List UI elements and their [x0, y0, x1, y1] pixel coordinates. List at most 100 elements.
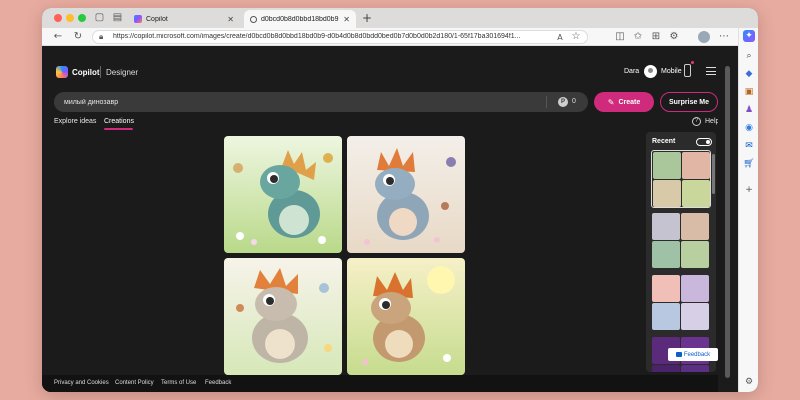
recent-toggle[interactable] [696, 138, 712, 146]
dinosaur-image-4 [347, 258, 465, 375]
privacy-link[interactable]: Privacy and Cookies [54, 380, 109, 386]
extensions-icon[interactable]: ⚙ [668, 31, 680, 43]
terms-of-use-link[interactable]: Terms of Use [161, 380, 196, 386]
active-tab-indicator [104, 128, 133, 130]
brand-name[interactable]: Copilot [72, 68, 100, 77]
recent-thumbnail [682, 180, 710, 207]
hamburger-menu-icon[interactable] [706, 67, 716, 75]
generated-image[interactable] [347, 258, 465, 375]
minimize-window-button[interactable] [66, 14, 74, 22]
recent-group[interactable] [651, 212, 711, 270]
generated-image[interactable] [224, 258, 342, 375]
recent-thumbnail [681, 213, 709, 240]
add-sidebar-app-icon[interactable]: + [743, 184, 755, 196]
split-screen-icon[interactable]: ◫ [614, 31, 626, 43]
microsoft365-icon[interactable]: ◉ [743, 122, 755, 134]
recent-panel: Recent [646, 132, 716, 372]
tag-icon[interactable]: ◆ [743, 68, 755, 80]
feedback-link[interactable]: Feedback [205, 380, 231, 386]
search-icon[interactable]: ⌕ [743, 50, 755, 62]
page-footer: Privacy and Cookies Content Policy Terms… [42, 375, 718, 392]
briefcase-icon[interactable]: ▣ [743, 86, 755, 98]
recent-group[interactable] [651, 274, 711, 332]
recent-title: Recent [652, 138, 676, 145]
phone-icon[interactable] [684, 61, 694, 77]
games-icon[interactable]: ♟ [743, 104, 755, 116]
tab-actions-icon[interactable]: ▤ [112, 12, 123, 23]
recent-thumbnail [652, 275, 680, 302]
recent-thumbnail [652, 241, 680, 268]
recent-thumbnail [681, 303, 709, 330]
feedback-button-label: Feedback [683, 351, 711, 358]
copilot-logo-icon [56, 66, 68, 78]
tab-explore-ideas[interactable]: Explore ideas [54, 118, 96, 125]
copilot-sidebar-icon[interactable]: ✦ [743, 30, 755, 42]
recent-thumbnail [681, 365, 709, 372]
wand-icon: ✎ [607, 97, 615, 107]
more-options-icon[interactable]: ⋯ [718, 31, 730, 43]
sidebar-settings-icon[interactable]: ⚙ [743, 376, 755, 388]
generated-image[interactable] [347, 136, 465, 253]
dinosaur-image-3 [224, 258, 342, 375]
user-avatar[interactable] [644, 65, 657, 78]
page-scrollbar[interactable] [718, 46, 738, 392]
refresh-icon[interactable]: ↻ [72, 31, 84, 43]
tab-copilot[interactable]: Copilot ✕ [128, 10, 240, 28]
recent-scrollbar[interactable] [712, 154, 715, 194]
feedback-button[interactable]: Feedback [668, 348, 718, 361]
content-policy-link[interactable]: Content Policy [115, 380, 154, 386]
close-tab-icon[interactable]: ✕ [343, 15, 350, 24]
url-text[interactable]: https://copilot.microsoft.com/images/cre… [113, 33, 583, 40]
search-favicon-icon [250, 15, 257, 23]
new-tab-button[interactable]: + [362, 11, 372, 25]
tab-creations[interactable]: Creations [104, 118, 134, 125]
profile-avatar[interactable] [698, 31, 710, 43]
recent-thumbnail [681, 275, 709, 302]
address-bar[interactable]: 🔒︎ https://copilot.microsoft.com/images/… [92, 30, 588, 44]
workspaces-icon[interactable]: ▢ [94, 12, 105, 23]
dinosaur-image-1 [224, 136, 342, 253]
close-window-button[interactable] [54, 14, 62, 22]
generated-image[interactable] [224, 136, 342, 253]
recent-group[interactable] [651, 150, 711, 208]
read-aloud-icon[interactable]: A [554, 32, 566, 44]
recent-thumbnail [652, 303, 680, 330]
create-label: Create [618, 98, 641, 106]
recent-thumbnail [653, 180, 681, 207]
browser-sidebar: ✦ ⌕ ◆ ▣ ♟ ◉ ✉ 🛒︎ + ⚙ [738, 28, 758, 392]
copilot-favicon-icon [134, 15, 142, 23]
product-name[interactable]: Designer [106, 68, 138, 77]
recent-thumbnail [652, 213, 680, 240]
lock-icon: 🔒︎ [99, 32, 104, 41]
brand-divider [100, 66, 101, 78]
boost-count: 0 [572, 98, 576, 105]
prompt-divider [546, 96, 547, 108]
recent-thumbnail [652, 365, 680, 372]
scrollbar-thumb[interactable] [725, 66, 730, 378]
mobile-label[interactable]: Mobile [661, 68, 682, 75]
tab-title: d0bcd0b8d0bbd18bd0b9 d0b [261, 15, 340, 23]
address-toolbar: ← ↻ 🔒︎ https://copilot.microsoft.com/ima… [42, 28, 758, 46]
recent-thumbnail [682, 152, 710, 179]
surprise-me-button[interactable]: Surprise Me [660, 92, 718, 112]
create-button[interactable]: ✎ Create [594, 92, 654, 112]
maximize-window-button[interactable] [78, 14, 86, 22]
tab-title: Copilot [146, 15, 168, 23]
browser-window: ▢ ▤ Copilot ✕ d0bcd0b8d0bbd18bd0b9 d0b ✕… [42, 8, 758, 392]
user-name[interactable]: Dara [624, 68, 639, 75]
recent-thumbnail [681, 241, 709, 268]
boost-coin-icon[interactable]: P [558, 97, 568, 107]
favorites-icon[interactable]: ✩ [632, 31, 644, 43]
recent-thumbnail [653, 152, 681, 179]
outlook-icon[interactable]: ✉ [743, 140, 755, 152]
dinosaur-image-2 [347, 136, 465, 253]
shopping-icon[interactable]: 🛒︎ [743, 158, 755, 170]
close-tab-icon[interactable]: ✕ [227, 15, 234, 24]
help-icon[interactable]: ? [692, 117, 701, 126]
collections-icon[interactable]: ⊞ [650, 31, 662, 43]
favorite-star-icon[interactable]: ☆ [570, 31, 582, 43]
prompt-box[interactable]: P 0 [54, 92, 588, 112]
prompt-input[interactable] [64, 96, 534, 108]
tab-active-search[interactable]: d0bcd0b8d0bbd18bd0b9 d0b ✕ [244, 10, 356, 28]
back-arrow-icon[interactable]: ← [52, 31, 64, 43]
